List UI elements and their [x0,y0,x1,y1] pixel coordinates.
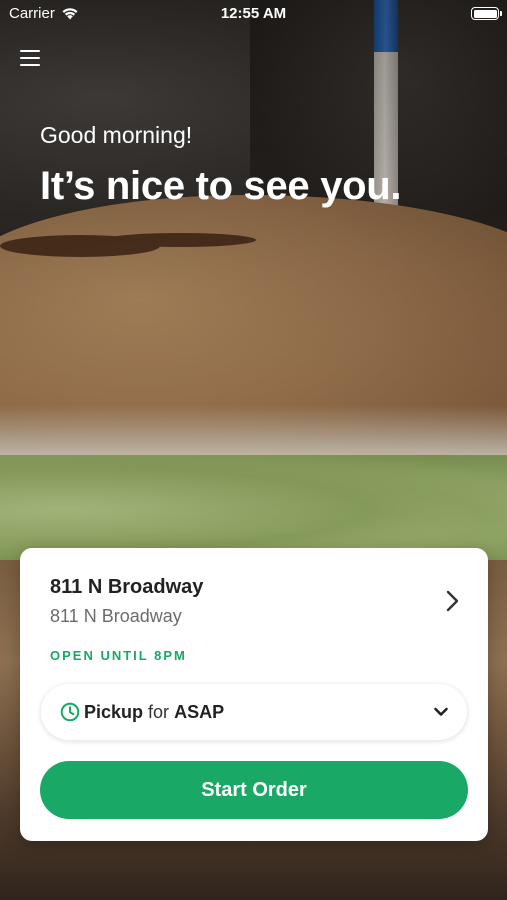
pickup-mode: Pickup [84,702,144,722]
pickup-time-value: ASAP [174,702,225,722]
chevron-down-icon [434,707,448,716]
hamburger-icon-line [20,57,40,59]
pickup-time-selector[interactable]: Pickup for ASAP [41,684,467,740]
location-card: 811 N Broadway 811 N Broadway OPEN UNTIL… [20,548,488,841]
greeting-text: Good morning! [40,122,193,148]
welcome-headline: It’s nice to see you. [40,164,402,208]
hamburger-icon-line [20,64,40,66]
store-location-row[interactable]: 811 N Broadway 811 N Broadway OPEN UNTIL… [20,548,488,668]
pickup-connector: for [148,702,170,722]
battery-icon [471,7,502,20]
status-time: 12:55 AM [220,5,287,22]
hamburger-icon-line [20,50,40,52]
chevron-right-icon [446,590,459,612]
store-name: 811 N Broadway [50,576,204,598]
menu-button[interactable] [20,48,42,68]
status-bar: Carrier 12:55 AM [0,0,507,28]
clock-icon [60,702,80,722]
store-address: 811 N Broadway [50,606,182,626]
pickup-summary: Pickup for ASAP [84,702,224,723]
store-hours-status: OPEN UNTIL 8PM [50,648,187,663]
start-order-button[interactable]: Start Order [40,761,468,819]
